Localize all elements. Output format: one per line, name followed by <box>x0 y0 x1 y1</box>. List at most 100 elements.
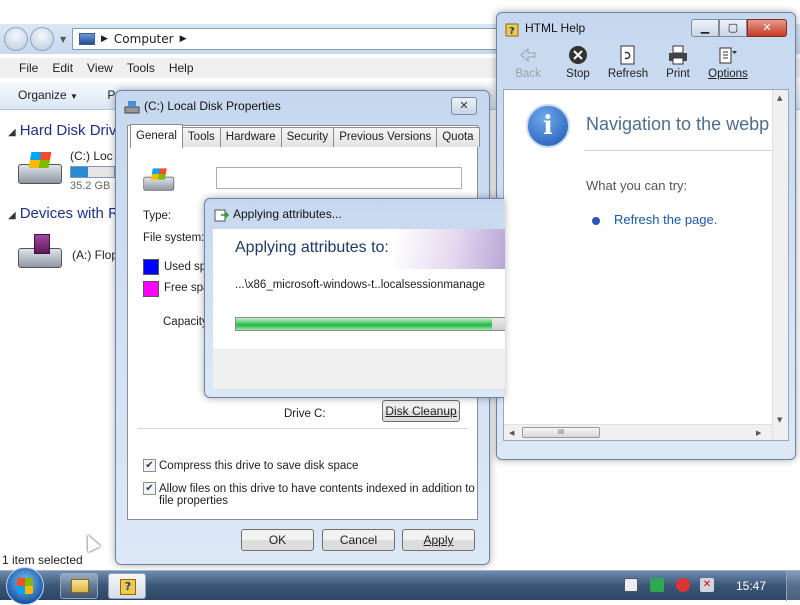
horizontal-scrollbar[interactable]: ◀ III ▶ <box>504 424 772 440</box>
scroll-thumb[interactable]: III <box>522 427 600 438</box>
address-bar[interactable]: ▶ Computer ▶ <box>72 28 502 50</box>
divider <box>584 150 774 151</box>
maximize-icon[interactable]: ▢ <box>719 19 747 37</box>
cancel-button[interactable]: Cancel <box>322 529 395 551</box>
refresh-icon <box>620 45 635 65</box>
print-label: Print <box>666 68 690 80</box>
attributes-icon <box>214 209 229 222</box>
hard-drive-icon[interactable] <box>16 150 64 188</box>
index-checkbox[interactable]: ✔ <box>143 482 156 495</box>
tab-general[interactable]: General <box>130 124 183 148</box>
floppy-drive-icon[interactable] <box>16 234 64 272</box>
refresh-label: Refresh <box>607 68 649 80</box>
disk-cleanup-button[interactable]: Disk Cleanup <box>382 400 460 422</box>
type-label: Type: <box>143 210 172 222</box>
drive-a-label[interactable]: (A:) Flop <box>72 248 118 262</box>
apply-button[interactable]: Apply <box>402 529 475 551</box>
help-icon: ? <box>120 579 136 595</box>
free-space-swatch <box>143 281 159 297</box>
options-label: Options <box>708 68 748 80</box>
show-desktop-button[interactable] <box>786 571 800 601</box>
capacity-label: Capacity <box>163 316 208 328</box>
scroll-down-icon[interactable]: ▼ <box>777 416 782 424</box>
apply-content: Applying attributes to: ...\x86_microsof… <box>213 229 505 349</box>
menu-help[interactable]: Help <box>162 58 201 78</box>
free-space-label: Free spa <box>164 282 210 294</box>
section-hard-disk[interactable]: ◢ Hard Disk Driv <box>8 122 116 139</box>
minimize-icon[interactable]: ▁ <box>691 19 719 37</box>
compress-label: Compress this drive to save disk space <box>159 460 359 472</box>
tab-security[interactable]: Security <box>280 127 335 147</box>
help-content: i Navigation to the webp What you can tr… <box>503 89 789 441</box>
breadcrumb-arrow-icon[interactable]: ▶ <box>180 34 187 44</box>
print-tool[interactable]: Print <box>653 43 703 89</box>
menu-tools[interactable]: Tools <box>120 58 162 78</box>
options-tool[interactable]: Options <box>703 43 753 89</box>
used-space-swatch <box>143 259 159 275</box>
refresh-tool[interactable]: Refresh <box>603 43 653 89</box>
forward-button[interactable] <box>30 27 54 51</box>
info-icon: i <box>526 104 570 148</box>
tab-quota[interactable]: Quota <box>436 127 480 147</box>
printer-icon <box>669 45 687 65</box>
stop-tool[interactable]: Stop <box>553 43 603 89</box>
progress-fill <box>236 318 492 330</box>
scroll-left-icon[interactable]: ◀ <box>509 429 514 437</box>
drive-icon <box>142 167 176 194</box>
back-tool[interactable]: Back <box>503 43 553 89</box>
tab-hardware[interactable]: Hardware <box>219 127 282 147</box>
taskbar: ? ✕ 15:47 <box>0 567 800 605</box>
back-label: Back <box>515 68 541 80</box>
menu-file[interactable]: File <box>12 58 45 78</box>
vertical-scrollbar[interactable]: ▲ ▼ <box>772 90 788 440</box>
scroll-right-icon[interactable]: ▶ <box>756 429 761 437</box>
help-taskbar-button[interactable]: ? <box>108 573 146 599</box>
bullet-icon <box>592 217 600 225</box>
clock[interactable]: 15:47 <box>736 579 766 593</box>
menu-view[interactable]: View <box>80 58 120 78</box>
close-icon[interactable]: ✕ <box>747 19 787 37</box>
window-controls: ▁ ▢ ✕ <box>691 19 787 37</box>
stop-label: Stop <box>566 68 590 80</box>
computer-icon <box>79 33 95 45</box>
apply-heading: Applying attributes to: <box>235 239 389 256</box>
organize-button[interactable]: Organize ▼ <box>18 88 78 102</box>
current-file-path: ...\x86_microsoft-windows-t..localsessio… <box>235 279 485 291</box>
volume-muted-icon[interactable]: ✕ <box>700 578 714 592</box>
filesystem-label: File system: <box>143 232 205 244</box>
help-try-label: What you can try: <box>586 178 688 193</box>
explorer-taskbar-button[interactable] <box>60 573 98 599</box>
applying-attributes-dialog: Applying attributes... Applying attribut… <box>204 198 505 398</box>
compress-checkbox[interactable]: ✔ <box>143 459 156 472</box>
refresh-page-link[interactable]: Refresh the page. <box>614 212 717 227</box>
help-app-icon: ? <box>505 23 519 37</box>
volume-label-input[interactable] <box>216 167 462 189</box>
options-icon <box>719 47 737 64</box>
apply-title: Applying attributes... <box>233 207 342 221</box>
drive-c-label[interactable]: (C:) Loc <box>70 149 113 163</box>
back-arrow-icon <box>520 47 536 63</box>
power-icon[interactable] <box>676 578 690 592</box>
start-button[interactable] <box>6 567 44 605</box>
scroll-up-icon[interactable]: ▲ <box>777 94 782 102</box>
action-center-icon[interactable] <box>624 578 638 592</box>
ok-button[interactable]: OK <box>241 529 314 551</box>
index-label-cont: file properties <box>159 495 229 507</box>
section-removable[interactable]: ◢ Devices with R <box>8 205 119 222</box>
address-text: Computer <box>113 32 174 46</box>
menu-edit[interactable]: Edit <box>45 58 80 78</box>
recent-pages-icon[interactable]: ▼ <box>60 35 66 44</box>
tab-tools[interactable]: Tools <box>181 127 221 147</box>
collapse-icon: ◢ <box>8 210 16 221</box>
properties-title: (C:) Local Disk Properties <box>144 99 281 113</box>
breadcrumb-arrow-icon[interactable]: ▶ <box>101 34 108 44</box>
network-icon[interactable] <box>650 578 664 592</box>
apply-footer <box>213 349 505 389</box>
close-icon[interactable]: ✕ <box>451 97 477 115</box>
collapse-icon: ◢ <box>8 127 16 138</box>
tab-previous-versions[interactable]: Previous Versions <box>333 127 438 147</box>
help-heading: Navigation to the webp <box>586 114 770 134</box>
progress-bar <box>235 317 505 331</box>
back-button[interactable] <box>4 27 28 51</box>
windows-logo-icon <box>17 578 33 594</box>
